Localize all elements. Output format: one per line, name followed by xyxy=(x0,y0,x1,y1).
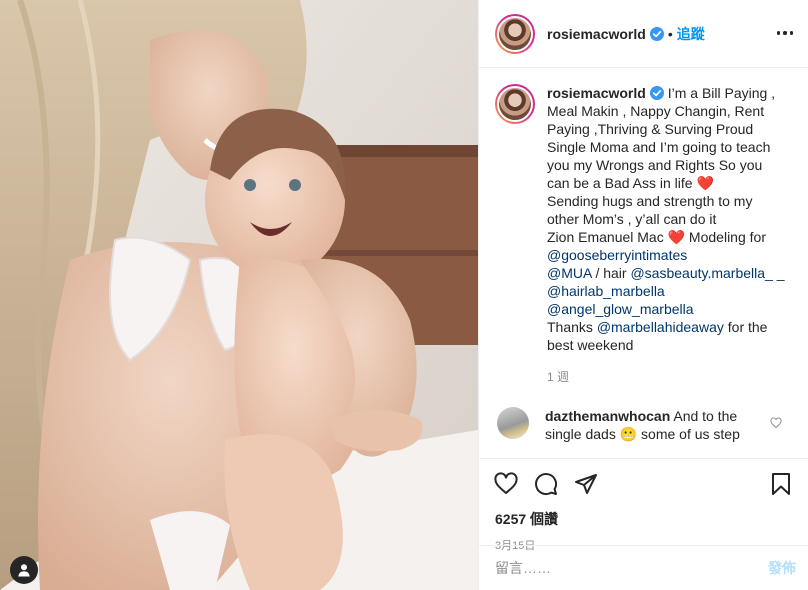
post-photo[interactable] xyxy=(0,0,478,590)
view-count[interactable]: 6257 個讚 xyxy=(491,509,796,529)
comment-button[interactable] xyxy=(531,469,561,499)
follow-button[interactable]: 追蹤 xyxy=(677,24,705,44)
heart-emoji: ❤️ xyxy=(667,229,686,245)
comment-like-icon[interactable] xyxy=(770,417,782,429)
mention-link[interactable]: @gooseberryintimates xyxy=(547,247,687,263)
comment-text: some of us step xyxy=(637,426,740,442)
caption: rosiemacworld I’m a Bill Paying , Meal M… xyxy=(495,84,792,354)
caption-text: / hair xyxy=(591,265,631,281)
caption-text: Zion Emanuel Mac xyxy=(547,229,668,245)
mention-link[interactable]: @marbellahideaway xyxy=(597,319,724,335)
commenter-avatar[interactable] xyxy=(497,407,529,439)
caption-text: Thanks xyxy=(547,319,597,335)
mention-link[interactable]: @sasbeauty.marbella_ xyxy=(630,265,772,281)
caption-text: Modeling for xyxy=(685,229,766,245)
mother-and-baby-photo xyxy=(0,0,478,590)
like-button[interactable] xyxy=(491,469,521,499)
caption-timestamp[interactable]: 1 週 xyxy=(547,368,792,385)
grimace-emoji: 😬 xyxy=(619,426,638,442)
comment-composer: 發佈 xyxy=(479,545,808,590)
person-icon xyxy=(18,564,30,577)
author-username[interactable]: rosiemacworld xyxy=(547,26,646,42)
share-button[interactable] xyxy=(571,469,601,499)
action-icons xyxy=(491,469,796,499)
caption-username[interactable]: rosiemacworld xyxy=(547,85,646,101)
post-header: rosiemacworld • 追蹤 xyxy=(479,0,808,68)
comment-bubble-icon xyxy=(535,473,558,496)
caption-text: _ xyxy=(772,265,785,281)
header-separator: • xyxy=(667,25,673,42)
post-actions: 6257 個讚 3月15日 發佈 xyxy=(479,458,808,590)
user-tag-button[interactable] xyxy=(10,556,38,584)
commenter-username[interactable]: dazthemanwhocan xyxy=(545,408,670,424)
caption-avatar[interactable] xyxy=(495,84,535,124)
bookmark-icon xyxy=(772,473,790,495)
post-comment-button[interactable]: 發佈 xyxy=(768,558,796,578)
caption-body: rosiemacworld I’m a Bill Paying , Meal M… xyxy=(547,84,787,354)
verified-badge-icon xyxy=(649,86,664,100)
caption-text: Sending hugs and strength to my other Mo… xyxy=(547,193,753,227)
comment-input[interactable] xyxy=(495,560,768,576)
mention-link[interactable]: @angel_glow_marbella xyxy=(547,301,694,317)
post-sidebar: rosiemacworld • 追蹤 rosiemacworld I’m a B… xyxy=(478,0,808,590)
save-button[interactable] xyxy=(766,469,796,499)
heart-outline-icon xyxy=(494,472,518,494)
comment-item: dazthemanwhocan And to the single dads 😬… xyxy=(495,407,792,443)
heart-emoji: ❤️ xyxy=(696,175,714,191)
mention-link[interactable]: @MUA xyxy=(547,265,592,281)
comment-body: dazthemanwhocan And to the single dads 😬… xyxy=(545,407,755,443)
more-options-icon[interactable] xyxy=(776,24,794,42)
author-avatar[interactable] xyxy=(495,13,535,54)
comments-section[interactable]: rosiemacworld I’m a Bill Paying , Meal M… xyxy=(479,68,808,458)
mention-link[interactable]: @hairlab_marbella xyxy=(547,283,665,299)
instagram-post: rosiemacworld • 追蹤 rosiemacworld I’m a B… xyxy=(0,0,808,590)
verified-badge-icon xyxy=(649,26,664,41)
paper-plane-icon xyxy=(575,474,597,494)
